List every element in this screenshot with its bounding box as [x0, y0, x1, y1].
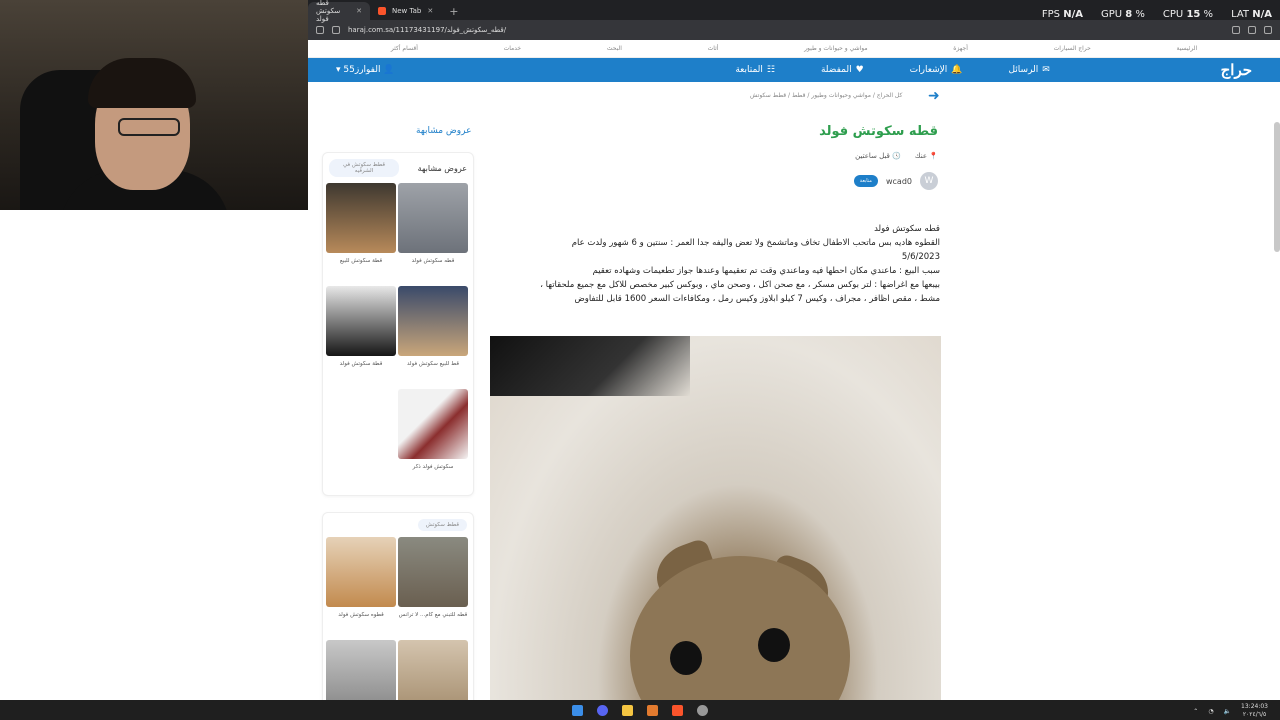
webcam-background [0, 210, 308, 700]
tab-new[interactable]: New Tab ✕ [370, 2, 441, 20]
list-item[interactable]: سكوتش فولد ذكر [398, 389, 468, 490]
list-item[interactable]: قطه للتبني مع كام... لا ترانس [398, 537, 468, 638]
file-explorer-icon[interactable] [622, 704, 633, 716]
cat-thumbnail [326, 183, 396, 253]
new-tab-button[interactable]: + [441, 2, 466, 20]
brave-icon [378, 7, 386, 15]
perf-overlay: FPS N/A GPU 8 % CPU 15 % LAT N/A [1041, 9, 1272, 20]
windows-start-icon[interactable] [572, 704, 583, 716]
tag-pill[interactable]: قطط سكوتش في الشرقيه [329, 159, 399, 177]
site-header: حراج ✉ الرسائل 🔔 الإشعارات ♥ المفضلة ☷ ا… [308, 58, 1280, 82]
list-item[interactable] [326, 640, 396, 700]
location[interactable]: 📍 عنك [915, 152, 938, 160]
cat-thumbnail [398, 183, 468, 253]
cat-thumbnail [398, 640, 468, 700]
scrollbar[interactable] [1274, 122, 1280, 252]
similar-card: عروض مشابهة قطط سكوتش في الشرقيه قطه سكو… [322, 152, 474, 496]
nav-item[interactable]: مواشي و حيوانات و طيور [804, 45, 867, 52]
header-menu: ✉ الرسائل 🔔 الإشعارات ♥ المفضلة ☷ المتاب… [735, 65, 1050, 75]
list-item[interactable] [398, 640, 468, 700]
cat-thumbnail [398, 537, 468, 607]
brave-shield-icon[interactable] [1248, 26, 1256, 34]
chevron-up-icon[interactable]: ⌃ [1193, 708, 1198, 715]
cat-thumbnail [326, 537, 396, 607]
user-menu[interactable]: 👤 الفوارز55 ▾ [336, 65, 395, 75]
clock[interactable]: 13:24:03 ٢٠٢٤/٦/٥ [1241, 703, 1268, 719]
nav-item[interactable]: حراج السيارات [1054, 45, 1091, 52]
tab-bar: قطه سكوتش فولد ✕ New Tab ✕ + FPS N/A GPU 8… [308, 0, 1280, 23]
seller-info: W wcad0 متابعة [853, 172, 938, 190]
close-icon[interactable]: ✕ [427, 7, 433, 15]
menu-messages[interactable]: ✉ الرسائل [1008, 65, 1049, 75]
cat-thumbnail [398, 389, 468, 459]
list-item[interactable]: قطة سكوتش للبيع [326, 183, 396, 284]
nav-item[interactable]: أجهزة [953, 45, 968, 52]
cat-thumbnail [326, 640, 396, 700]
webcam-feed [0, 0, 308, 210]
tab-label: New Tab [392, 7, 422, 15]
nav-item[interactable]: البحث [607, 45, 622, 52]
address-bar: haraj.com.sa/11173431197/قطه_سكوتش_فولد/ [308, 20, 1280, 40]
site-info-icon[interactable] [332, 26, 340, 34]
share-icon[interactable] [1232, 26, 1240, 34]
seller-name[interactable]: wcad0 [886, 177, 912, 186]
back-arrow-icon[interactable]: ➜ [928, 88, 940, 104]
cat-thumbnail [398, 286, 468, 356]
post-time: 🕓 قبل ساعتين [855, 152, 901, 160]
post-image[interactable] [490, 336, 941, 700]
post-meta: 📍 عنك 🕓 قبل ساعتين [855, 152, 938, 160]
follow-button[interactable]: متابعة [853, 175, 878, 187]
discord-icon[interactable] [597, 704, 608, 716]
post-description: قطه سكوتش فولد القطوه هاديه بس ماتحب الا… [540, 224, 940, 304]
site-nav: الرئيسية حراج السيارات أجهزة مواشي و حيو… [308, 40, 1280, 58]
card-heading: عروض مشابهة [417, 163, 467, 173]
menu-icon[interactable] [1264, 26, 1272, 34]
cat-thumbnail [326, 286, 396, 356]
similar-card: قطط سكوتش قطه للتبني مع كام... لا ترانس … [322, 512, 474, 700]
app-icon[interactable] [647, 704, 658, 716]
list-item[interactable]: قطه سكوتش فولد [398, 183, 468, 284]
taskbar: ⌃ ◔ 🔈 13:24:03 ٢٠٢٤/٦/٥ [0, 700, 1280, 720]
breadcrumb[interactable]: كل الحراج / مواشي وحيوانات وطيور / قطط /… [750, 92, 902, 99]
bookmark-icon[interactable] [316, 26, 324, 34]
browser-window: قطه سكوتش فولد ✕ New Tab ✕ + FPS N/A GPU 8… [308, 0, 1280, 700]
url-field[interactable]: haraj.com.sa/11173431197/قطه_سكوتش_فولد/ [348, 26, 1224, 34]
system-tray: ⌃ ◔ 🔈 13:24:03 ٢٠٢٤/٦/٥ [1193, 703, 1268, 719]
menu-following[interactable]: ☷ المتابعة [735, 65, 775, 75]
tab-label: قطه سكوتش فولد [316, 0, 341, 23]
page-content: ➜ كل الحراج / مواشي وحيوانات وطيور / قطط… [308, 82, 1280, 700]
nav-item[interactable]: أثاث [708, 45, 719, 52]
menu-favorites[interactable]: ♥ المفضلة [821, 65, 864, 75]
volume-icon[interactable]: 🔈 [1224, 708, 1231, 715]
nav-item[interactable]: الرئيسية [1176, 45, 1197, 52]
avatar[interactable]: W [920, 172, 938, 190]
site-logo[interactable]: حراج [1221, 61, 1252, 79]
post-title: قطه سكوتش فولد [819, 124, 938, 139]
wifi-icon[interactable]: ◔ [1208, 708, 1213, 715]
brave-icon[interactable] [672, 704, 683, 716]
similar-offers-title: عروض مشابهة [416, 126, 472, 136]
nav-item[interactable]: أقسام أكثر [391, 45, 418, 52]
app-icon[interactable] [697, 704, 708, 716]
nav-item[interactable]: خدمات [504, 45, 522, 52]
tag-pill[interactable]: قطط سكوتش [417, 519, 467, 531]
list-item[interactable]: قط للبيع سكوتش فولد [398, 286, 468, 387]
tab-active[interactable]: قطه سكوتش فولد ✕ [308, 0, 370, 23]
menu-notifications[interactable]: 🔔 الإشعارات [910, 65, 963, 75]
list-item[interactable]: قطة سكوتش فولد [326, 286, 396, 387]
list-item[interactable]: قطوه سكوتش فولد [326, 537, 396, 638]
close-icon[interactable]: ✕ [356, 7, 362, 15]
